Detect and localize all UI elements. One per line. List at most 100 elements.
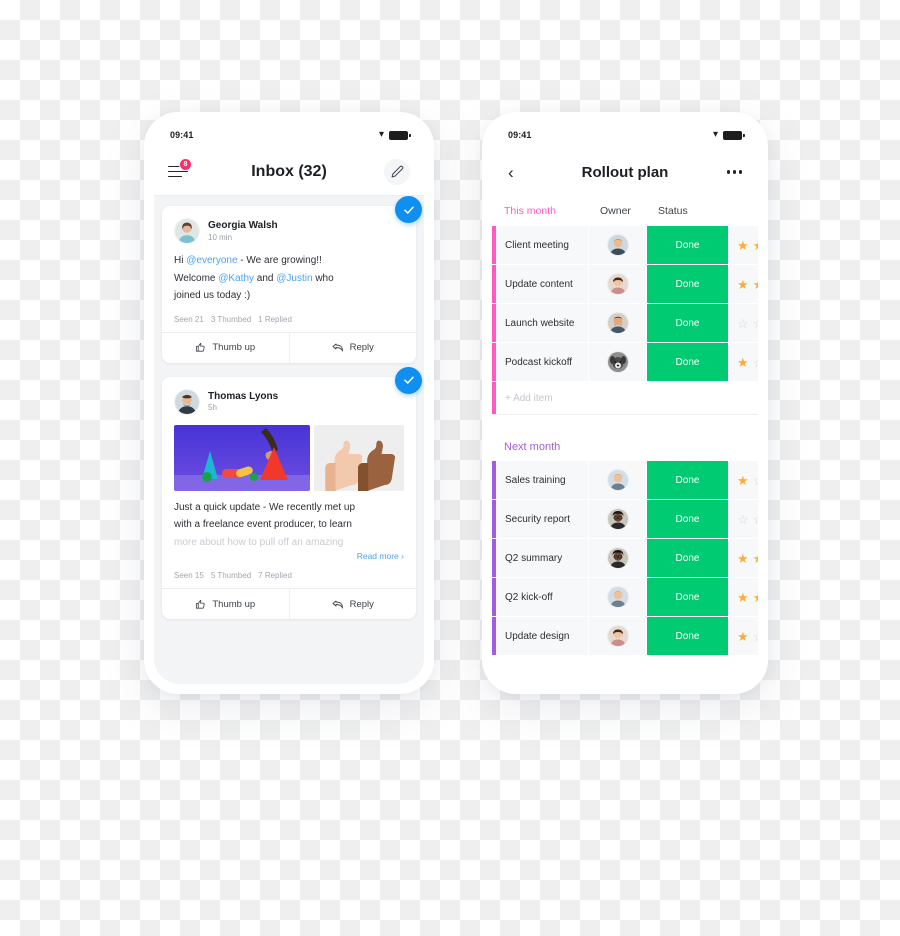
thumbs-up-photo[interactable]: [314, 424, 404, 491]
table-row[interactable]: Q2 summaryDone★★: [492, 539, 758, 578]
row-item-name[interactable]: Security report: [496, 500, 588, 538]
star-icon[interactable]: ★: [753, 278, 758, 291]
row-owner-cell[interactable]: [588, 500, 646, 538]
row-owner-cell[interactable]: [588, 617, 646, 655]
star-icon[interactable]: ☆: [753, 474, 758, 487]
pencil-edit-icon[interactable]: [384, 158, 410, 185]
post-stat: 1 Replied: [258, 314, 292, 324]
avatar[interactable]: [606, 469, 629, 491]
row-owner-cell[interactable]: [588, 265, 646, 303]
status-badge[interactable]: Done: [646, 304, 728, 342]
status-badge[interactable]: Done: [646, 617, 728, 655]
row-rating-cell[interactable]: ★★: [728, 226, 758, 264]
hamburger-menu-icon[interactable]: 8: [168, 157, 192, 180]
star-icon[interactable]: ☆: [753, 630, 758, 643]
checkmark-icon[interactable]: [395, 196, 422, 223]
star-icon[interactable]: ★: [737, 356, 749, 369]
status-badge[interactable]: Done: [646, 578, 728, 616]
table-row[interactable]: Q2 kick-offDone★★: [492, 578, 758, 617]
row-rating-cell[interactable]: ★★: [728, 578, 758, 616]
group-spacer: [492, 415, 758, 427]
row-item-name[interactable]: Q2 summary: [496, 539, 588, 577]
table-row[interactable]: Client meetingDone★★: [492, 226, 758, 265]
star-icon[interactable]: ☆: [737, 513, 749, 526]
star-icon[interactable]: ★: [737, 278, 749, 291]
star-icon[interactable]: ★: [737, 591, 749, 604]
star-icon[interactable]: ★: [737, 474, 749, 487]
row-owner-cell[interactable]: [588, 343, 646, 381]
row-rating-cell[interactable]: ★★: [728, 539, 758, 577]
row-rating-cell[interactable]: ★☆: [728, 617, 758, 655]
avatar[interactable]: [606, 273, 629, 295]
star-icon[interactable]: ☆: [753, 317, 758, 330]
avatar[interactable]: [606, 351, 629, 373]
row-rating-cell[interactable]: ☆☆: [728, 500, 758, 538]
avatar[interactable]: [606, 547, 629, 569]
star-icon[interactable]: ★: [753, 591, 758, 604]
star-icon[interactable]: ★: [753, 552, 758, 565]
add-item-row[interactable]: + Add item: [492, 382, 758, 415]
row-item-name[interactable]: Podcast kickoff: [496, 343, 588, 381]
avatar[interactable]: [606, 625, 629, 647]
status-badge[interactable]: Done: [646, 343, 728, 381]
row-item-name[interactable]: Sales training: [496, 461, 588, 499]
reply-button[interactable]: Reply: [288, 332, 417, 363]
row-item-name[interactable]: Client meeting: [496, 226, 588, 264]
star-icon[interactable]: ★: [737, 552, 749, 565]
mention-link[interactable]: @Justin: [276, 273, 312, 284]
back-chevron-icon[interactable]: ‹: [508, 164, 514, 181]
status-badge[interactable]: Done: [646, 226, 728, 264]
star-icon[interactable]: ★: [753, 239, 758, 252]
row-owner-cell[interactable]: [588, 226, 646, 264]
reply-label: Reply: [349, 598, 374, 610]
group-title-next-month[interactable]: Next month: [492, 427, 758, 461]
mention-link[interactable]: @everyone: [186, 255, 237, 266]
row-rating-cell[interactable]: ★☆: [728, 343, 758, 381]
row-item-name[interactable]: Q2 kick-off: [496, 578, 588, 616]
read-more-link[interactable]: Read more ›: [162, 551, 416, 561]
row-owner-cell[interactable]: [588, 304, 646, 342]
row-item-name[interactable]: Launch website: [496, 304, 588, 342]
avatar[interactable]: [606, 312, 629, 334]
star-icon[interactable]: ☆: [753, 513, 758, 526]
avatar[interactable]: [606, 234, 629, 256]
row-owner-cell[interactable]: [588, 461, 646, 499]
table-row[interactable]: Launch websiteDone☆☆: [492, 304, 758, 343]
table-row[interactable]: Security reportDone☆☆: [492, 500, 758, 539]
reply-button[interactable]: Reply: [288, 589, 417, 619]
thumb-up-button[interactable]: Thumb up: [162, 589, 289, 619]
star-icon[interactable]: ☆: [753, 356, 758, 369]
add-item-label: + Add item: [505, 392, 553, 404]
table-row[interactable]: Podcast kickoffDone★☆: [492, 343, 758, 382]
star-icon[interactable]: ☆: [737, 317, 749, 330]
shapes-photo[interactable]: [174, 424, 310, 491]
row-rating-cell[interactable]: ★★: [728, 265, 758, 303]
row-owner-cell[interactable]: [588, 539, 646, 577]
row-item-name[interactable]: Update content: [496, 265, 588, 303]
avatar[interactable]: [606, 586, 629, 608]
table-row[interactable]: Sales trainingDone★☆: [492, 461, 758, 500]
row-item-name[interactable]: Update design: [496, 617, 588, 655]
row-rating-cell[interactable]: ★☆: [728, 461, 758, 499]
group-title-this-month[interactable]: This month: [504, 205, 600, 217]
mention-link[interactable]: @Kathy: [218, 273, 254, 284]
status-badge[interactable]: Done: [646, 500, 728, 538]
status-badge[interactable]: Done: [646, 265, 728, 303]
row-owner-cell[interactable]: [588, 578, 646, 616]
row-rating-cell[interactable]: ☆☆: [728, 304, 758, 342]
board-body[interactable]: This month Owner Status Client meeting Do…: [492, 196, 758, 684]
post-body-text: - We are growing!!: [237, 255, 322, 266]
avatar[interactable]: [174, 388, 200, 415]
table-row[interactable]: Update designDone★☆: [492, 617, 758, 656]
post-feed[interactable]: Georgia Walsh 10 min Hi @everyone - We a…: [154, 196, 424, 684]
star-icon[interactable]: ★: [737, 239, 749, 252]
thumb-up-button[interactable]: Thumb up: [162, 333, 289, 363]
star-icon[interactable]: ★: [737, 630, 749, 643]
status-badge[interactable]: Done: [646, 539, 728, 577]
avatar[interactable]: [174, 218, 200, 244]
more-options-icon[interactable]: [726, 170, 742, 174]
table-row[interactable]: Update contentDone★★: [492, 265, 758, 304]
checkmark-icon[interactable]: [395, 366, 422, 394]
avatar[interactable]: [606, 508, 629, 530]
status-badge[interactable]: Done: [646, 461, 728, 499]
